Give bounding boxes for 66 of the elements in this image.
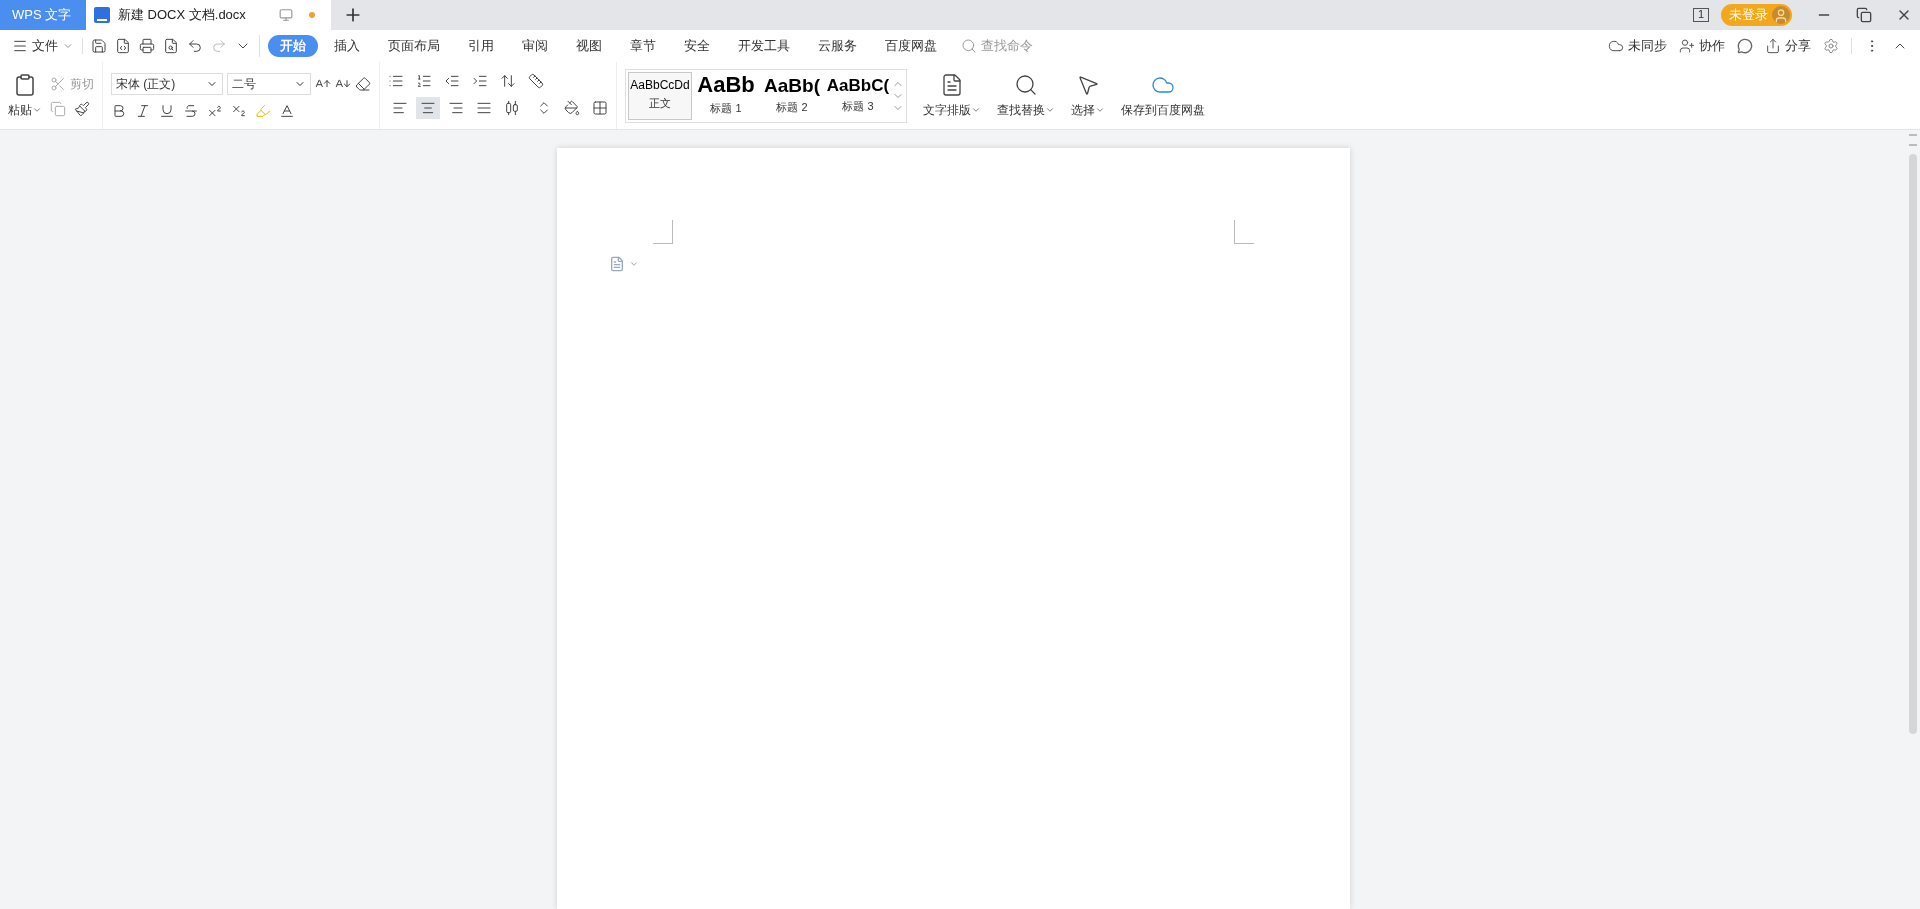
- monitor-icon: [279, 8, 293, 22]
- export-icon[interactable]: [115, 38, 131, 54]
- ribbon-tab[interactable]: 百度网盘: [873, 35, 949, 57]
- search-icon: [1014, 72, 1038, 97]
- strikethrough-icon[interactable]: [183, 102, 199, 119]
- margin-mark: [652, 220, 673, 244]
- search-placeholder: 查找命令: [981, 37, 1033, 56]
- distribute-icon: [504, 99, 520, 116]
- numbered-list-icon[interactable]: [416, 72, 432, 89]
- shading-icon[interactable]: [564, 99, 580, 116]
- print-icon[interactable]: [139, 38, 155, 54]
- style-preset[interactable]: AaBbCcDd 正文: [628, 71, 692, 120]
- file-menu[interactable]: 文件: [12, 36, 82, 56]
- format-painter-icon[interactable]: [74, 100, 90, 117]
- ribbon-tab[interactable]: 视图: [564, 35, 614, 57]
- share-icon: [1765, 38, 1781, 54]
- document-icon: [608, 256, 625, 272]
- ruler-icon[interactable]: [528, 72, 544, 89]
- restore-icon[interactable]: [1856, 7, 1872, 23]
- ribbon-tab[interactable]: 云服务: [806, 35, 869, 57]
- tab-title: 新建 DOCX 文档.docx: [118, 6, 246, 25]
- ribbon-tab[interactable]: 页面布局: [376, 35, 452, 57]
- search-icon[interactable]: [961, 38, 977, 54]
- ribbon-tab[interactable]: 安全: [672, 35, 722, 57]
- document-tab[interactable]: 新建 DOCX 文档.docx: [86, 0, 331, 30]
- toolbar-action[interactable]: 协作: [1679, 36, 1725, 56]
- ribbon-button[interactable]: 查找替换: [989, 65, 1063, 126]
- add-user-icon: [1679, 38, 1695, 54]
- margin-mark: [1233, 220, 1254, 244]
- style-preset[interactable]: AaBbC( 标题 3: [826, 71, 890, 120]
- page-count[interactable]: 1: [1692, 8, 1709, 22]
- eraser-icon[interactable]: [355, 75, 371, 92]
- ribbon-tab[interactable]: 审阅: [510, 35, 560, 57]
- style-preset[interactable]: AaBb( 标题 2: [760, 71, 824, 120]
- bold-icon[interactable]: [111, 102, 127, 119]
- underline-icon[interactable]: [159, 102, 175, 119]
- borders-icon[interactable]: [592, 99, 608, 116]
- undo-icon[interactable]: [187, 38, 203, 54]
- print-preview-icon[interactable]: [163, 38, 179, 54]
- writer-icon: [94, 7, 110, 23]
- italic-icon[interactable]: [135, 102, 151, 119]
- save-icon[interactable]: [91, 38, 107, 54]
- settings-icon[interactable]: [1823, 38, 1839, 54]
- font-size-field[interactable]: 二号: [227, 72, 311, 95]
- ribbon-tab[interactable]: 引用: [456, 35, 506, 57]
- ribbon-tab[interactable]: 开发工具: [726, 35, 802, 57]
- clipboard-icon[interactable]: [13, 72, 37, 97]
- avatar-icon: [1773, 8, 1789, 24]
- ribbon-tab[interactable]: 章节: [618, 35, 668, 57]
- align-button[interactable]: [416, 96, 440, 119]
- toolbar-action[interactable]: 分享: [1765, 36, 1811, 56]
- toolbar-action[interactable]: 未同步: [1608, 36, 1667, 56]
- style-preset[interactable]: AaBb 标题 1: [694, 71, 758, 120]
- comment-icon[interactable]: [1737, 38, 1753, 54]
- cloud-icon: [1608, 38, 1624, 54]
- text-layout-icon: [940, 72, 964, 97]
- paste-button[interactable]: 粘贴: [8, 72, 42, 119]
- ribbon-button[interactable]: 选择: [1063, 65, 1113, 126]
- font-color-icon[interactable]: [279, 102, 295, 119]
- ribbon-tab[interactable]: 插入: [322, 35, 372, 57]
- font-name-field[interactable]: 宋体 (正文): [111, 72, 223, 95]
- caret-icon: [628, 259, 639, 269]
- ribbon-button[interactable]: 保存到百度网盘: [1113, 65, 1213, 126]
- menu-icon[interactable]: [12, 38, 28, 54]
- ribbon-button[interactable]: 文字排版: [915, 65, 989, 126]
- sort-icon[interactable]: [500, 72, 516, 89]
